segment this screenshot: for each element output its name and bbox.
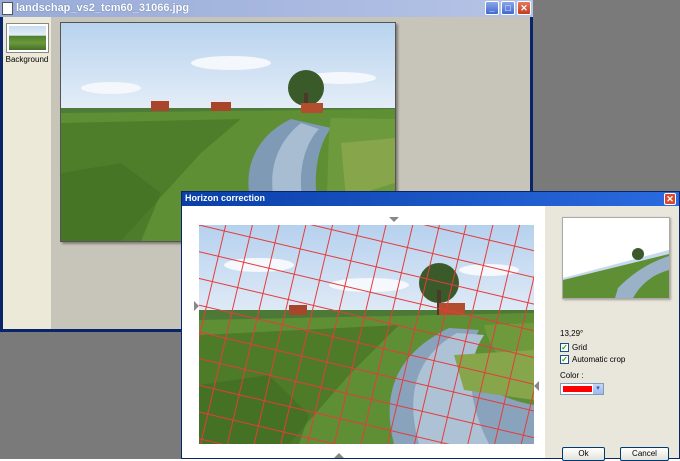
horizon-correction-dialog: Horizon correction ✕ 13,29° ✓ Grid ✓ Aut…	[181, 191, 680, 461]
handle-arrow-icon[interactable]	[334, 453, 344, 458]
editor-title: landschap_vs2_tcm60_31066.jpg	[16, 2, 190, 14]
handle-arrow-icon[interactable]	[389, 217, 399, 222]
preview-panel	[182, 206, 545, 458]
color-picker[interactable]: ▾	[560, 383, 604, 395]
editor-titlebar[interactable]: landschap_vs2_tcm60_31066.jpg _ □ ✕	[0, 0, 533, 17]
options-panel: 13,29° ✓ Grid ✓ Automatic crop Color : ▾…	[545, 206, 680, 461]
dialog-titlebar[interactable]: Horizon correction ✕	[182, 192, 679, 206]
layer-thumbnail[interactable]	[6, 23, 49, 53]
layer-label: Background	[5, 55, 49, 64]
rotated-photo-preview[interactable]	[199, 225, 534, 444]
grid-checkbox[interactable]: ✓ Grid	[560, 343, 680, 354]
grid-label: Grid	[572, 343, 588, 352]
dialog-close-icon[interactable]: ✕	[664, 193, 676, 205]
app-icon	[2, 2, 13, 15]
checkbox-check-icon[interactable]: ✓	[560, 343, 569, 352]
minimize-icon[interactable]: _	[485, 1, 499, 15]
color-label: Color :	[560, 371, 584, 380]
automatic-crop-checkbox[interactable]: ✓ Automatic crop	[560, 355, 680, 366]
automatic-crop-label: Automatic crop	[572, 355, 626, 364]
close-icon[interactable]: ✕	[517, 1, 531, 15]
cropped-preview-thumbnail	[562, 217, 670, 299]
checkbox-check-icon[interactable]: ✓	[560, 355, 569, 364]
dropdown-arrow-icon[interactable]: ▾	[593, 384, 603, 394]
angle-value: 13,29°	[560, 329, 584, 338]
handle-arrow-icon[interactable]	[534, 381, 539, 391]
dialog-title: Horizon correction	[185, 193, 266, 203]
layers-panel: Background	[3, 17, 51, 329]
color-swatch	[563, 386, 592, 392]
maximize-icon[interactable]: □	[501, 1, 515, 15]
